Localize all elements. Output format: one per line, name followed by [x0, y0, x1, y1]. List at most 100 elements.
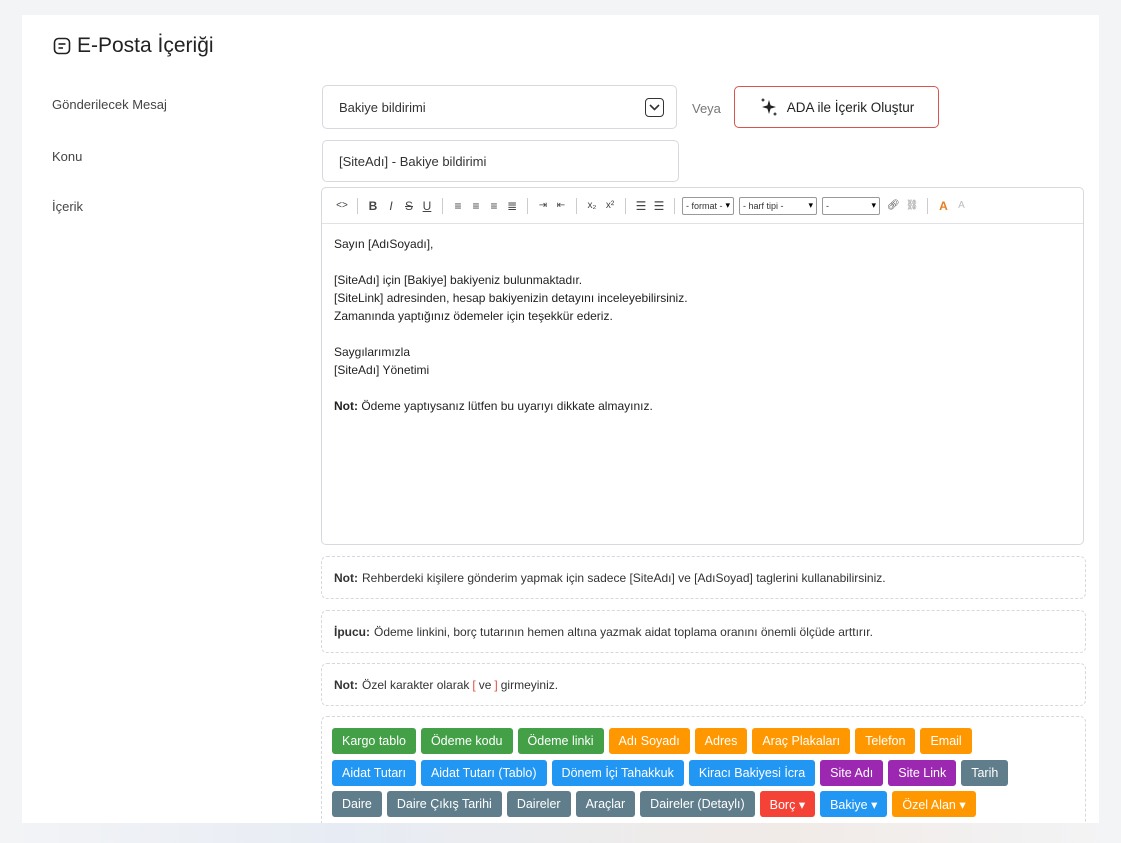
- editor-line: [334, 325, 1071, 343]
- note-box-contacts: Not: Rehberdeki kişilere gönderim yapmak…: [321, 556, 1086, 599]
- divider: [576, 197, 577, 214]
- tag-button[interactable]: Daireler (Detaylı): [640, 791, 755, 817]
- note-bold: Not:: [334, 570, 358, 585]
- chevron-down-icon: ▾: [871, 200, 877, 210]
- chevron-down-icon: [645, 97, 664, 117]
- tag-button[interactable]: Tarih: [961, 760, 1009, 786]
- tag-button[interactable]: Daire: [332, 791, 382, 817]
- subscript-icon[interactable]: x₂: [584, 197, 600, 215]
- tag-button[interactable]: Kiracı Bakiyesi İcra: [688, 760, 816, 786]
- background-gradient: [0, 823, 1121, 843]
- tag-button[interactable]: Site Adı: [820, 760, 884, 786]
- italic-icon[interactable]: I: [383, 197, 399, 215]
- ozel-alan-dropdown-button[interactable]: Özel Alan ▾: [892, 791, 976, 817]
- tag-button[interactable]: Adres: [694, 728, 748, 754]
- tag-button[interactable]: Daire Çıkış Tarihi: [386, 791, 502, 817]
- note-bold: Not:: [334, 677, 358, 692]
- divider: [625, 197, 626, 214]
- message-select[interactable]: Bakiye bildirimi: [322, 85, 677, 129]
- tag-button[interactable]: Site Link: [888, 760, 957, 786]
- card-title: E-Posta İçeriği: [53, 34, 214, 58]
- format-select[interactable]: - format - ▾: [682, 196, 735, 215]
- tip-bold: İpucu:: [334, 624, 370, 639]
- divider: [527, 197, 528, 214]
- align-left-icon[interactable]: ≡: [450, 197, 466, 215]
- editor-line: Zamanında yaptığınız ödemeler için teşek…: [334, 309, 613, 323]
- tag-row: Kargo tablo Ödeme kodu Ödeme linki Adı S…: [332, 728, 972, 754]
- page-title: E-Posta İçeriği: [77, 34, 214, 57]
- tag-row: Aidat Tutarı Aidat Tutarı (Tablo) Dönem …: [332, 760, 1009, 786]
- tip-text: Ödeme linkini, borç tutarının hemen altı…: [374, 624, 873, 639]
- format-select-value: - format -: [686, 200, 723, 211]
- editor-line: [334, 379, 1071, 397]
- note-text: Rehberdeki kişilere gönderim yapmak için…: [362, 570, 886, 585]
- superscript-icon[interactable]: x²: [602, 197, 618, 215]
- note-box-characters: Not: Özel karakter olarak [ ve ] girmeyi…: [321, 663, 1086, 706]
- divider: [674, 197, 675, 214]
- tag-button[interactable]: Email: [920, 728, 972, 754]
- message-square-icon: [53, 37, 71, 55]
- borc-dropdown-button[interactable]: Borç ▾: [759, 791, 816, 817]
- editor-content[interactable]: Sayın [AdıSoyadı], [SiteAdı] için [Bakiy…: [322, 224, 1083, 426]
- tag-button[interactable]: Ödeme linki: [517, 728, 604, 754]
- subject-label: Konu: [52, 149, 83, 164]
- background-color-icon[interactable]: A: [953, 197, 969, 215]
- bakiye-dropdown-button[interactable]: Bakiye ▾: [820, 791, 888, 817]
- editor-line: [SiteAdı] Yönetimi: [334, 363, 430, 377]
- size-select[interactable]: - ▾: [822, 196, 881, 215]
- tag-button[interactable]: Araç Plakaları: [752, 728, 851, 754]
- text-color-icon[interactable]: A: [935, 197, 951, 215]
- tag-button[interactable]: Telefon: [855, 728, 916, 754]
- unordered-list-icon[interactable]: ☰: [651, 197, 667, 215]
- outdent-icon[interactable]: ⇤: [553, 197, 569, 215]
- tag-button[interactable]: Dönem İçi Tahakkuk: [551, 760, 684, 786]
- editor-line: [334, 253, 1071, 271]
- divider: [442, 197, 443, 214]
- tag-button[interactable]: Aidat Tutarı (Tablo): [420, 760, 547, 786]
- tag-button[interactable]: Ödeme kodu: [420, 728, 513, 754]
- ordered-list-icon[interactable]: ☰: [633, 197, 649, 215]
- editor-line: [SiteLink] adresinden, hesap bakiyenizin…: [334, 291, 688, 305]
- editor-line: Sayın [AdıSoyadı],: [334, 237, 434, 251]
- subject-input[interactable]: [SiteAdı] - Bakiye bildirimi: [322, 140, 679, 182]
- divider: [927, 197, 929, 214]
- content-label: İçerik: [52, 199, 84, 214]
- editor-toolbar: <> B I S U ≡ ≡ ≡ ≣ ⇥ ⇤ x₂ x² ☰ ☰ - forma…: [322, 188, 1083, 224]
- ada-button-label: ADA ile İçerik Oluştur: [786, 99, 915, 115]
- tag-button[interactable]: Adı Soyadı: [608, 728, 690, 754]
- strikethrough-icon[interactable]: S: [401, 197, 417, 215]
- unlink-icon[interactable]: ⛓︎: [904, 197, 921, 215]
- message-label: Gönderilecek Mesaj: [52, 97, 167, 112]
- tag-row: Daire Daire Çıkış Tarihi Daireler Araçla…: [332, 791, 976, 817]
- indent-icon[interactable]: ⇥: [535, 197, 551, 215]
- ada-generate-button[interactable]: ADA ile İçerik Oluştur: [734, 86, 939, 128]
- subject-input-value: [SiteAdı] - Bakiye bildirimi: [339, 153, 487, 169]
- align-justify-icon[interactable]: ≣: [504, 197, 520, 215]
- tag-button[interactable]: Aidat Tutarı: [332, 760, 416, 786]
- bracket-close: ]: [494, 677, 498, 692]
- tag-button[interactable]: Araçlar: [575, 791, 636, 817]
- font-select[interactable]: - harf tipi - ▾: [739, 196, 818, 215]
- font-select-value: - harf tipi -: [743, 200, 784, 211]
- tag-button[interactable]: Kargo tablo: [332, 728, 416, 754]
- editor-note-text: Ödeme yaptıysanız lütfen bu uyarıyı dikk…: [361, 399, 653, 413]
- bracket-open: [: [472, 677, 476, 692]
- rich-text-editor[interactable]: <> B I S U ≡ ≡ ≡ ≣ ⇥ ⇤ x₂ x² ☰ ☰ - forma…: [321, 187, 1084, 545]
- editor-line: Saygılarımızla: [334, 345, 411, 359]
- tag-button[interactable]: Daireler: [506, 791, 571, 817]
- align-right-icon[interactable]: ≡: [486, 197, 502, 215]
- divider: [357, 197, 358, 214]
- link-icon[interactable]: 🔗︎: [885, 197, 902, 215]
- note-text: ve: [478, 677, 492, 692]
- or-label: Veya: [692, 101, 721, 116]
- underline-icon[interactable]: U: [419, 197, 435, 215]
- bold-icon[interactable]: B: [365, 197, 381, 215]
- code-view-icon[interactable]: <>: [334, 197, 350, 215]
- tag-buttons-area: Kargo tablo Ödeme kodu Ödeme linki Adı S…: [321, 716, 1086, 823]
- tip-box: İpucu: Ödeme linkini, borç tutarının hem…: [321, 610, 1086, 653]
- editor-note-line: Not: Ödeme yaptıysanız lütfen bu uyarıyı…: [334, 397, 1071, 415]
- sparkle-icon: [759, 97, 779, 117]
- size-select-value: -: [826, 200, 830, 211]
- chevron-down-icon: ▾: [808, 200, 814, 210]
- align-center-icon[interactable]: ≡: [468, 197, 484, 215]
